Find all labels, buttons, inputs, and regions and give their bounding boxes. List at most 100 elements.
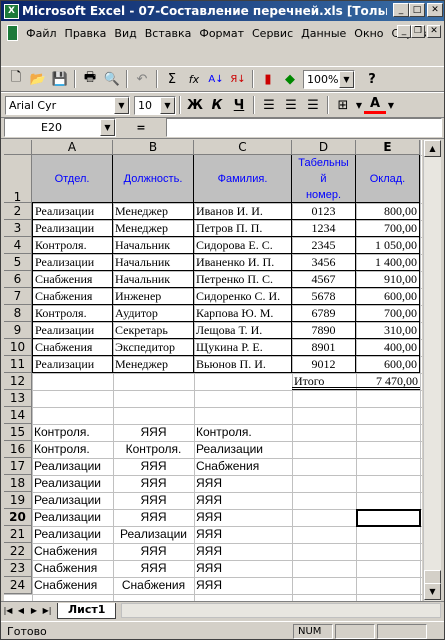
- chevron-down-icon[interactable]: ▼: [160, 96, 175, 114]
- chevron-down-icon[interactable]: ▼: [386, 94, 396, 116]
- table-cell[interactable]: 1 400,00: [356, 254, 420, 271]
- table-cell[interactable]: Снабжения: [32, 543, 113, 560]
- column-header-c[interactable]: C: [194, 140, 292, 155]
- table-cell[interactable]: Секретарь: [113, 322, 194, 339]
- row-header-11[interactable]: 11: [4, 356, 32, 373]
- chevron-down-icon[interactable]: ▼: [339, 70, 354, 88]
- underline-button[interactable]: Ч: [228, 94, 250, 116]
- table-cell[interactable]: ЯЯЯ: [113, 560, 194, 577]
- header-cell-d[interactable]: Табельны й номер.: [292, 155, 356, 203]
- zoom-combo[interactable]: 100% ▼: [303, 69, 355, 89]
- row-header-8[interactable]: 8: [4, 305, 32, 322]
- table-cell[interactable]: Лещова Т. И.: [194, 322, 292, 339]
- table-cell[interactable]: 9012: [292, 356, 356, 373]
- table-cell[interactable]: 1234: [292, 220, 356, 237]
- table-cell[interactable]: Реализации: [32, 322, 113, 339]
- row-header-2[interactable]: 2: [4, 203, 32, 220]
- next-sheet-icon[interactable]: ▶: [28, 604, 40, 618]
- table-cell[interactable]: Начальник: [113, 254, 194, 271]
- table-cell[interactable]: ЯЯЯ: [113, 492, 194, 509]
- table-cell[interactable]: Реализации: [32, 475, 113, 492]
- mdi-close-button[interactable]: ✕: [427, 25, 441, 38]
- align-right-icon[interactable]: ☰: [302, 94, 324, 116]
- table-cell[interactable]: Вьюнов П. И.: [194, 356, 292, 373]
- row-header-16[interactable]: 16: [4, 441, 32, 458]
- table-cell[interactable]: ЯЯЯ: [194, 509, 292, 526]
- italic-button[interactable]: К: [206, 94, 228, 116]
- table-cell[interactable]: 910,00: [356, 271, 420, 288]
- table-cell[interactable]: Реализации: [113, 526, 194, 543]
- table-cell[interactable]: 8901: [292, 339, 356, 356]
- table-cell[interactable]: Менеджер: [113, 203, 194, 220]
- formula-input[interactable]: [166, 118, 442, 137]
- table-cell[interactable]: Снабжения: [113, 577, 194, 594]
- row-header-23[interactable]: 23: [4, 560, 32, 577]
- header-cell-a[interactable]: Отдел.: [32, 155, 113, 203]
- table-cell[interactable]: Иваненко И. П.: [194, 254, 292, 271]
- table-cell[interactable]: Сидорова Е. С.: [194, 237, 292, 254]
- table-cell[interactable]: Контроля.: [113, 441, 194, 458]
- row-header-7[interactable]: 7: [4, 288, 32, 305]
- table-cell[interactable]: Карпова Ю. М.: [194, 305, 292, 322]
- menu-item[interactable]: Вид: [110, 27, 140, 40]
- menu-item[interactable]: Правка: [61, 27, 111, 40]
- header-cell-b[interactable]: Должность.: [113, 155, 194, 203]
- table-cell[interactable]: Контроля.: [32, 305, 113, 322]
- row-header-5[interactable]: 5: [4, 254, 32, 271]
- table-cell[interactable]: 310,00: [356, 322, 420, 339]
- table-cell[interactable]: 0123: [292, 203, 356, 220]
- excel-app-icon[interactable]: X: [4, 3, 19, 19]
- table-cell[interactable]: Контроля.: [32, 424, 113, 441]
- table-cell[interactable]: ЯЯЯ: [194, 577, 292, 594]
- first-sheet-icon[interactable]: |◀: [2, 604, 14, 618]
- table-cell[interactable]: Контроля.: [32, 237, 113, 254]
- horizontal-scrollbar[interactable]: [121, 603, 441, 618]
- table-cell[interactable]: 7890: [292, 322, 356, 339]
- prev-sheet-icon[interactable]: ◀: [15, 604, 27, 618]
- table-cell[interactable]: ЯЯЯ: [194, 560, 292, 577]
- table-cell[interactable]: ЯЯЯ: [194, 526, 292, 543]
- table-cell[interactable]: Реализации: [194, 441, 292, 458]
- column-header-e[interactable]: E: [356, 140, 420, 155]
- scroll-down-icon[interactable]: ▼: [424, 583, 441, 600]
- active-cell-e20[interactable]: [356, 509, 421, 527]
- total-value[interactable]: 7 470,00: [356, 373, 420, 390]
- menu-item[interactable]: Вставка: [141, 27, 196, 40]
- table-cell[interactable]: Сидоренко С. И.: [194, 288, 292, 305]
- maximize-button[interactable]: □: [409, 3, 425, 17]
- menu-item[interactable]: Данные: [297, 27, 350, 40]
- row-header-10[interactable]: 10: [4, 339, 32, 356]
- row-header-17[interactable]: 17: [4, 458, 32, 475]
- table-cell[interactable]: 700,00: [356, 305, 420, 322]
- table-cell[interactable]: 2345: [292, 237, 356, 254]
- table-cell[interactable]: Реализации: [32, 356, 113, 373]
- table-cell[interactable]: Менеджер: [113, 356, 194, 373]
- insert-function-icon[interactable]: fx: [183, 68, 205, 90]
- menu-item[interactable]: Окно: [350, 27, 387, 40]
- table-cell[interactable]: Реализации: [32, 509, 113, 526]
- table-cell[interactable]: 6789: [292, 305, 356, 322]
- row-header-22[interactable]: 22: [4, 543, 32, 560]
- table-cell[interactable]: Снабжения: [194, 458, 292, 475]
- table-cell[interactable]: Снабжения: [32, 288, 113, 305]
- save-icon[interactable]: 💾: [49, 68, 71, 90]
- menu-item[interactable]: Сервис: [248, 27, 297, 40]
- sheet-tab-list1[interactable]: Лист1: [57, 602, 117, 619]
- mdi-restore-button[interactable]: ❐: [411, 25, 425, 38]
- autosum-icon[interactable]: Σ: [161, 68, 183, 90]
- print-preview-icon[interactable]: 🔍: [101, 68, 123, 90]
- table-cell[interactable]: Петров П. П.: [194, 220, 292, 237]
- spreadsheet-grid[interactable]: A B C D E 1 2 3 4 5 6 7 8 9 10 11 12 13 14 15 16 17 18 19 20 21 22…: [4, 140, 422, 601]
- chevron-down-icon[interactable]: ▼: [100, 119, 115, 136]
- table-cell[interactable]: ЯЯЯ: [194, 475, 292, 492]
- table-cell[interactable]: 400,00: [356, 339, 420, 356]
- row-header-6[interactable]: 6: [4, 271, 32, 288]
- row-header-18[interactable]: 18: [4, 475, 32, 492]
- chevron-down-icon[interactable]: ▼: [114, 96, 129, 114]
- borders-icon[interactable]: ⊞: [332, 94, 354, 116]
- header-cell-c[interactable]: Фамилия.: [194, 155, 292, 203]
- table-cell[interactable]: Щукина Р. Е.: [194, 339, 292, 356]
- scroll-up-icon[interactable]: ▲: [424, 140, 441, 157]
- table-cell[interactable]: 700,00: [356, 220, 420, 237]
- new-icon[interactable]: 🗋: [5, 68, 27, 90]
